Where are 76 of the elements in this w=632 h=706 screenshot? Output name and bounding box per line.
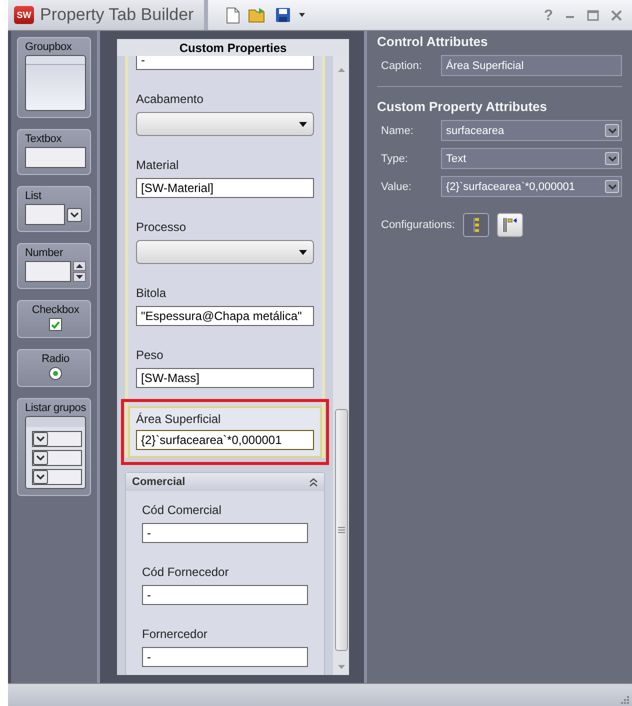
groupbox-preview (25, 55, 86, 111)
palette-label: Groupbox (25, 41, 73, 53)
close-icon[interactable] (611, 10, 622, 20)
flag-arrow-icon (502, 217, 518, 233)
combo-box[interactable] (136, 112, 314, 136)
link-configuration-button[interactable] (497, 213, 523, 237)
palette-item[interactable]: Textbox (17, 129, 91, 175)
palette-item[interactable]: Number (17, 243, 91, 289)
tree-icon (472, 217, 480, 233)
section-title: Control Attributes (377, 34, 489, 51)
textbox-preview (25, 147, 86, 168)
field-label: Configurations: (381, 219, 455, 231)
field-label: Bitola (136, 285, 168, 302)
list-preview (25, 204, 65, 225)
form-field[interactable]: Fornercedor - (142, 615, 308, 675)
palette-item[interactable]: Listar grupos (17, 398, 91, 496)
field-label: Cód Comercial (142, 502, 222, 519)
form-field[interactable]: Cód Fornecedor - (142, 553, 308, 615)
collapse-icon[interactable] (309, 478, 318, 486)
caption-field[interactable]: Área Superficial (441, 55, 622, 76)
caret-icon[interactable] (298, 13, 305, 17)
form-field[interactable]: Acabamento (136, 80, 314, 146)
group-title: Comercial (132, 476, 186, 488)
field-label: Acabamento (136, 91, 204, 108)
configuration-tree-button[interactable] (463, 213, 489, 237)
form-input-field[interactable]: [SW-Material] (136, 178, 314, 198)
field-label: Peso (136, 347, 164, 364)
spinner-icon (73, 261, 86, 282)
form-input-field[interactable]: {2}`surfacearea`*0,000001 (136, 430, 314, 450)
app-logo: SW (14, 6, 34, 24)
palette-item[interactable]: List (17, 186, 91, 232)
window-title: Property Tab Builder (40, 5, 194, 25)
form-input-field[interactable]: - (142, 647, 308, 667)
combo-box-value[interactable]: Text (446, 152, 466, 164)
grip-icon (338, 527, 344, 533)
palette-label: Checkbox (32, 304, 80, 316)
field-label: Cód Fornecedor (142, 564, 230, 581)
palette-item[interactable]: Radio (17, 349, 91, 387)
field-label: Type: (381, 152, 409, 164)
palette-item[interactable]: Checkbox (17, 300, 91, 338)
combo-box[interactable] (136, 240, 314, 264)
form-field[interactable]: Cód Comercial - (142, 491, 308, 553)
field-label: Value: (381, 180, 412, 192)
number-preview (25, 261, 71, 282)
combo-box-value[interactable]: surfacearea (446, 124, 504, 136)
palette-label: Textbox (25, 133, 63, 145)
palette-label: Number (25, 247, 64, 259)
field-label: Área Superficial (136, 411, 222, 428)
palette-label: List (25, 190, 42, 202)
field-label: Material (136, 157, 180, 174)
dropdown-arrow-icon (299, 250, 307, 254)
form-field[interactable]: Processo (136, 208, 314, 274)
save-icon[interactable] (274, 7, 291, 23)
field-label: Caption: (381, 60, 423, 72)
palette-label: Listar grupos (25, 402, 86, 414)
new-document-icon[interactable] (226, 6, 240, 24)
panel-title: Custom Properties (117, 39, 349, 56)
maximize-icon[interactable] (587, 10, 599, 20)
form-input-field[interactable]: "Espessura@Chapa metálica" (136, 306, 314, 326)
form-field[interactable]: - (136, 56, 314, 80)
form-input-field[interactable]: - (142, 585, 308, 605)
form-field[interactable]: Peso [SW-Mass] (136, 336, 314, 398)
form-input-field[interactable]: - (136, 56, 314, 70)
palette-item[interactable]: Groupbox (17, 37, 91, 118)
palette-label: Radio (42, 353, 70, 365)
open-folder-icon[interactable] (248, 7, 267, 23)
field-label: Fornercedor (142, 626, 208, 643)
dropdown-arrow-icon (299, 122, 307, 126)
field-label: Processo (136, 219, 188, 236)
field-label: Name: (381, 124, 414, 136)
form-input-field[interactable]: - (142, 523, 308, 543)
resize-grip-icon[interactable] (619, 694, 629, 704)
form-input-field[interactable]: [SW-Mass] (136, 368, 314, 388)
section-title: Custom Property Attributes (377, 99, 548, 116)
form-field[interactable]: Bitola "Espessura@Chapa metálica" (136, 274, 314, 336)
form-field[interactable]: Material [SW-Material] (136, 146, 314, 208)
